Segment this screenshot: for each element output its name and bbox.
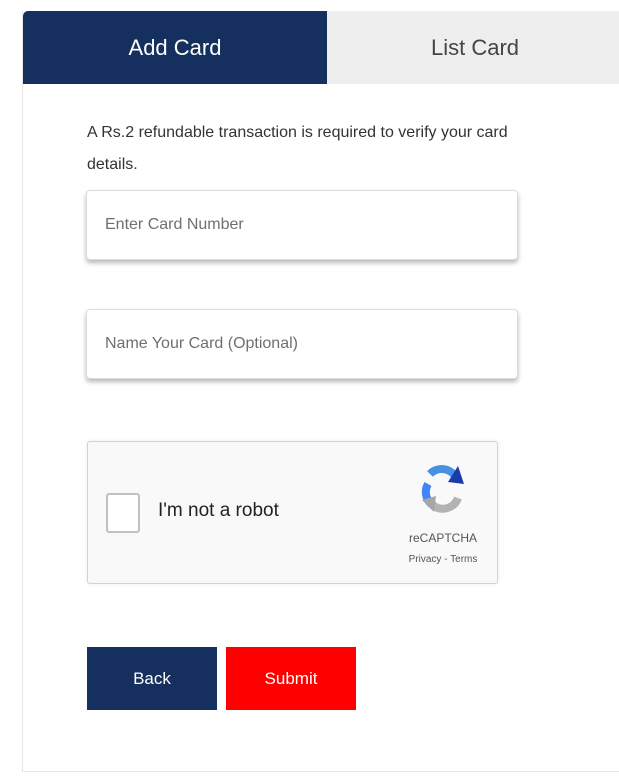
recaptcha-terms-link[interactable]: Terms [450,554,477,565]
tab-add-card[interactable]: Add Card [23,11,327,84]
submit-button[interactable]: Submit [226,647,356,710]
recaptcha-links-separator: - [441,554,451,565]
recaptcha-checkbox[interactable] [106,493,140,533]
recaptcha-logo-icon [421,465,464,513]
card-name-input[interactable] [86,309,518,379]
verification-info-text: A Rs.2 refundable transaction is require… [87,124,508,173]
tab-bar: Add Card List Card [23,11,619,84]
recaptcha-privacy-link[interactable]: Privacy [409,554,442,565]
recaptcha-links: Privacy - Terms [388,554,498,565]
tab-list-card[interactable]: List Card [327,11,619,84]
recaptcha-brand-label: reCAPTCHA [408,531,477,545]
recaptcha-widget: I'm not a robot reCAPTCHA Privacy - Term… [87,441,498,584]
back-button[interactable]: Back [87,647,217,710]
recaptcha-label: I'm not a robot [158,500,279,521]
card-number-input[interactable] [86,190,518,260]
